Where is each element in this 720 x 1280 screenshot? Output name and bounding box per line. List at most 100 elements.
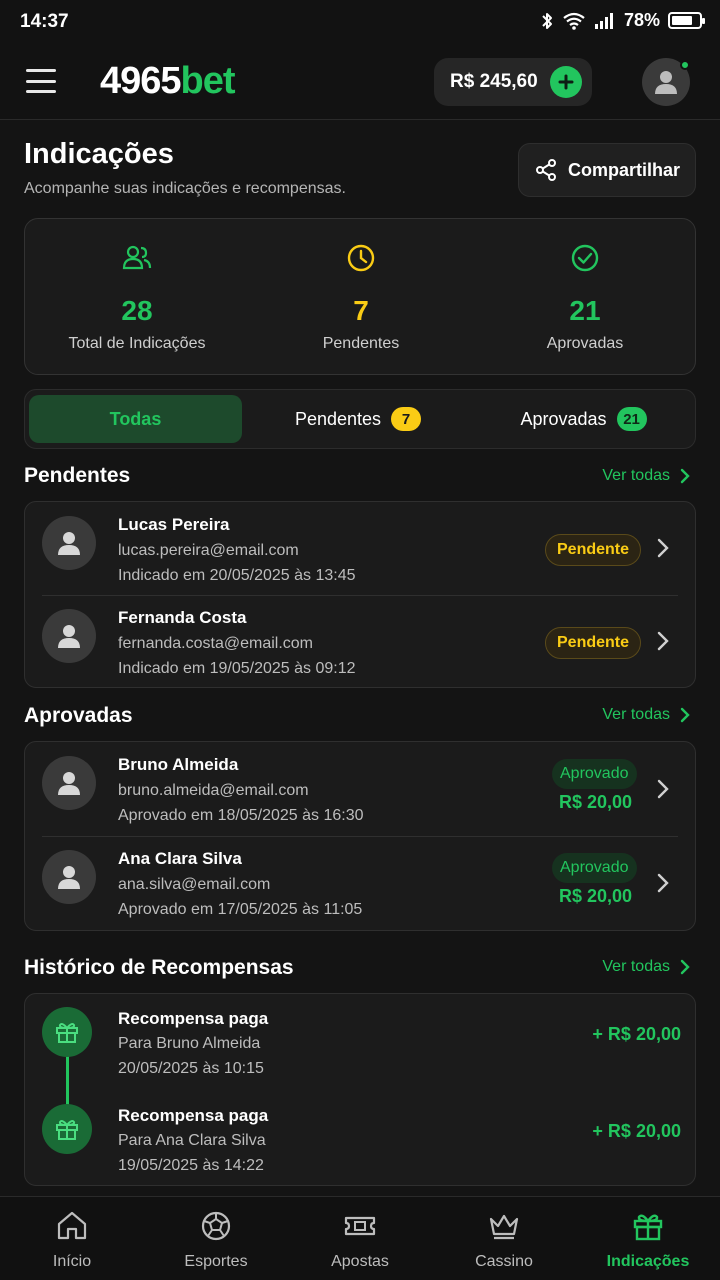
status-icons: 78%: [540, 10, 705, 31]
stat-pending-label: Pendentes: [322, 335, 400, 352]
approved-section-title: Aprovadas: [24, 704, 133, 727]
avatar: [42, 516, 96, 570]
profile-avatar[interactable]: [642, 58, 690, 106]
bluetooth-icon: [542, 12, 552, 29]
status-badge: Pendente: [545, 534, 642, 566]
plus-icon: [558, 74, 574, 90]
nav-bets-label: Apostas: [331, 1253, 389, 1270]
tab-all[interactable]: Todas: [29, 395, 242, 443]
stat-approved-value: 21: [569, 295, 601, 326]
list-item[interactable]: Lucas Pereira lucas.pereira@email.com In…: [25, 502, 697, 595]
home-icon: [57, 1211, 87, 1240]
gift-icon: [633, 1214, 663, 1241]
reward-amount: R$ 20,00: [559, 792, 633, 812]
user-icon: [58, 625, 80, 648]
user-icon: [58, 772, 80, 795]
stat-approved: 21 Aprovadas: [473, 219, 697, 376]
battery-fill: [672, 16, 693, 25]
avatar: [42, 756, 96, 810]
chevron-right-icon: [680, 959, 690, 975]
history-item: Recompensa paga Para Ana Clara Silva 19/…: [25, 1091, 697, 1188]
chevron-right-icon: [657, 538, 669, 558]
user-icon: [58, 532, 80, 555]
nav-sports[interactable]: Esportes: [144, 1197, 288, 1280]
nav-home[interactable]: Início: [0, 1197, 144, 1280]
users-icon: [122, 245, 152, 270]
share-button[interactable]: Compartilhar: [518, 143, 696, 197]
stats-card: 28 Total de Indicações 7 Pendentes 21 Ap…: [24, 218, 696, 375]
avatar: [42, 850, 96, 904]
app-logo[interactable]: 4965bet: [100, 60, 236, 103]
referral-name: Bruno Almeida: [118, 755, 239, 774]
nav-referrals-label: Indicações: [606, 1253, 690, 1270]
menu-button[interactable]: [26, 69, 56, 93]
page-subtitle: Acompanhe suas indicações e recompensas.: [24, 180, 346, 197]
gift-icon: [42, 1007, 92, 1057]
nav-casino-label: Cassino: [475, 1253, 533, 1270]
history-item: Recompensa paga Para Bruno Almeida 20/05…: [25, 994, 697, 1091]
referral-email: lucas.pereira@email.com: [118, 542, 299, 559]
history-amount: + R$ 20,00: [592, 1121, 681, 1141]
user-icon: [655, 71, 677, 94]
status-time: 14:37: [20, 11, 69, 32]
tab-pending[interactable]: Pendentes 7: [248, 395, 468, 443]
history-date: 20/05/2025 às 10:15: [118, 1060, 264, 1077]
chevron-right-icon: [657, 779, 669, 799]
list-item[interactable]: Ana Clara Silva ana.silva@email.com Apro…: [25, 836, 697, 930]
history-see-all[interactable]: Ver todas: [602, 958, 690, 976]
filter-tabs: Todas Pendentes 7 Aprovadas 21: [24, 389, 696, 449]
history-recipient: Para Bruno Almeida: [118, 1035, 261, 1052]
history-date: 19/05/2025 às 14:22: [118, 1157, 264, 1174]
status-bar: 14:37 78%: [0, 0, 720, 44]
share-label: Compartilhar: [567, 159, 681, 180]
avatar: [42, 609, 96, 663]
history-amount: + R$ 20,00: [592, 1024, 681, 1044]
status-badge: Pendente: [545, 627, 642, 659]
nav-referrals[interactable]: Indicações: [576, 1197, 720, 1280]
referral-email: ana.silva@email.com: [118, 876, 271, 893]
approved-see-all[interactable]: Ver todas: [602, 706, 690, 724]
history-title: Recompensa paga: [118, 1106, 269, 1125]
nav-casino[interactable]: Cassino: [432, 1197, 576, 1280]
crown-icon: [489, 1214, 519, 1240]
referral-date: Indicado em 19/05/2025 às 09:12: [118, 660, 356, 677]
status-badge: Aprovado: [552, 853, 637, 883]
battery-icon: [668, 12, 705, 29]
balance-widget[interactable]: R$ 245,60: [434, 58, 592, 106]
history-title: Recompensa paga: [118, 1009, 269, 1028]
tab-pending-label: Pendentes: [294, 408, 382, 429]
status-badge: Aprovado: [552, 759, 637, 789]
list-item[interactable]: Bruno Almeida bruno.almeida@email.com Ap…: [25, 742, 697, 836]
bottom-nav: Início Esportes Apostas Cassino Indicaçõ…: [0, 1196, 720, 1280]
signal-icon: [594, 12, 613, 29]
chevron-right-icon: [680, 707, 690, 723]
balance-value: R$ 245,60: [450, 71, 538, 92]
referral-email: fernanda.costa@email.com: [118, 635, 313, 652]
approved-list: Bruno Almeida bruno.almeida@email.com Ap…: [24, 741, 696, 931]
stat-pending-value: 7: [353, 295, 369, 326]
clock-icon: [347, 244, 375, 272]
ticket-icon: [344, 1216, 376, 1236]
nav-bets[interactable]: Apostas: [288, 1197, 432, 1280]
tab-approved-label: Aprovadas: [520, 408, 607, 429]
add-funds-button[interactable]: [549, 66, 582, 98]
app-header: 4965bet R$ 245,60: [0, 44, 720, 120]
tab-pending-badge: 7: [391, 407, 422, 431]
history-list: Recompensa paga Para Bruno Almeida 20/05…: [24, 993, 696, 1186]
referral-name: Fernanda Costa: [118, 608, 247, 627]
gift-icon: [42, 1104, 92, 1154]
referral-date: Indicado em 20/05/2025 às 13:45: [118, 567, 356, 584]
chevron-right-icon: [657, 631, 669, 651]
list-item[interactable]: Fernanda Costa fernanda.costa@email.com …: [25, 595, 697, 688]
online-indicator: [680, 60, 690, 70]
chevron-right-icon: [657, 873, 669, 893]
page-title: Indicações: [24, 138, 174, 170]
stat-total-label: Total de Indicações: [68, 335, 206, 352]
battery-percent: 78%: [623, 10, 660, 30]
referral-date: Aprovado em 17/05/2025 às 11:05: [118, 901, 363, 918]
tab-all-label: Todas: [109, 408, 162, 429]
stat-pending: 7 Pendentes: [249, 219, 473, 376]
stat-approved-label: Aprovadas: [546, 335, 624, 352]
tab-approved[interactable]: Aprovadas 21: [474, 395, 693, 443]
pending-see-all[interactable]: Ver todas: [602, 467, 690, 485]
